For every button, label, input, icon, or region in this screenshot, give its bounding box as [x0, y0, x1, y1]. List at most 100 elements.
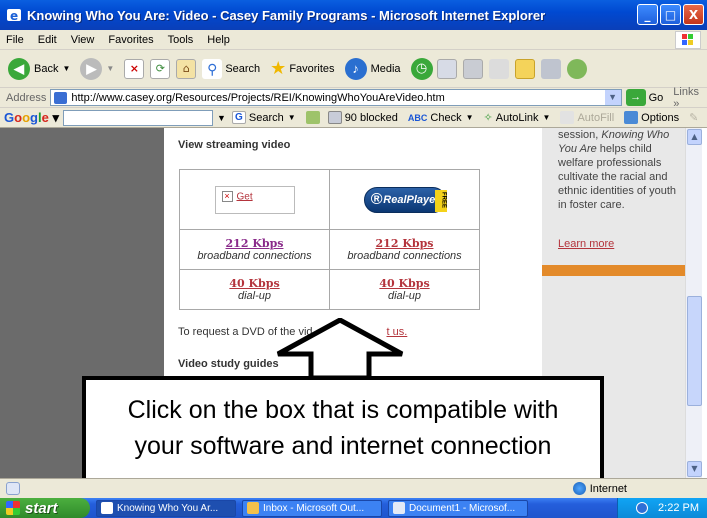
rp-212-link[interactable]: 212 Kbps [330, 237, 479, 250]
options-button[interactable]: Options [624, 111, 679, 124]
forward-arrow-icon: ▶ [80, 57, 103, 80]
instruction-callout: Click on the box that is compatible with… [82, 376, 604, 484]
highlight-pen-icon[interactable]: ✎ [689, 111, 698, 124]
menu-help[interactable]: Help [207, 34, 230, 46]
standard-toolbar: ◀ Back ▼ ▶ ▼ × ⟳ ⌂ ⚲ Search ★ Favorites … [0, 50, 707, 88]
media-button[interactable]: ♪ Media [344, 57, 401, 80]
links-button[interactable]: Links » [673, 86, 707, 110]
realplayer-cell[interactable]: ® RealPlayer FREE [329, 169, 480, 230]
options-icon [624, 111, 639, 124]
google-search-button[interactable]: G Search ▼ [231, 111, 296, 124]
history-icon[interactable]: ◷ [410, 57, 433, 80]
options-label: Options [641, 111, 680, 124]
blocked-label: 90 blocked [344, 111, 398, 124]
mail-icon[interactable] [436, 58, 457, 79]
google-search-input[interactable] [62, 109, 213, 126]
menu-favorites[interactable]: Favorites [108, 34, 153, 46]
search-button[interactable]: ⚲ Search [202, 58, 260, 79]
menu-view[interactable]: View [71, 34, 95, 46]
menu-bar: File Edit View Favorites Tools Help [0, 30, 707, 50]
autolink-button[interactable]: ✧ AutoLink ▼ [484, 111, 551, 125]
forward-dropdown-icon[interactable]: ▼ [106, 64, 114, 73]
spellcheck-button[interactable]: ABC Check ▼ [408, 112, 474, 124]
zone-indicator: Internet [572, 482, 627, 495]
address-url: http://www.casey.org/Resources/Projects/… [71, 91, 445, 104]
internet-globe-icon [572, 482, 586, 495]
forward-button[interactable]: ▶ ▼ [80, 57, 114, 80]
rp-40-link[interactable]: 40 Kbps [330, 277, 479, 290]
status-bar: Internet [0, 478, 707, 498]
back-button[interactable]: ◀ Back ▼ [8, 57, 70, 80]
study-guides-heading: Video study guides [178, 358, 279, 370]
edit-icon[interactable] [488, 58, 509, 79]
back-dropdown-icon[interactable]: ▼ [62, 64, 70, 73]
address-input[interactable]: http://www.casey.org/Resources/Projects/… [50, 89, 622, 106]
taskbar-item-word[interactable]: Document1 - Microsof... [388, 499, 528, 517]
back-arrow-icon: ◀ [8, 57, 30, 80]
folder-icon[interactable] [514, 58, 535, 79]
window-controls: _ □ X [637, 4, 704, 25]
wm-40-cell[interactable]: 40 Kbps dial-up [179, 269, 330, 310]
start-button[interactable]: start [0, 498, 90, 518]
minimize-button[interactable]: _ [637, 4, 658, 25]
rp-212-cell[interactable]: 212 Kbps broadband connections [329, 229, 480, 270]
scroll-thumb[interactable] [687, 296, 702, 406]
scroll-up-icon[interactable]: ▲ [687, 129, 702, 145]
google-g-icon: G [231, 111, 246, 124]
get-player-cell[interactable]: × Get [179, 169, 330, 230]
orange-divider [542, 265, 685, 276]
google-logo[interactable]: Google ▾ [4, 110, 59, 126]
menu-tools[interactable]: Tools [168, 34, 194, 46]
pagerank-icon[interactable] [305, 111, 320, 124]
popup-blocker-button[interactable]: 90 blocked [327, 111, 398, 124]
messenger-icon[interactable] [566, 58, 587, 79]
rp-212-desc: broadband connections [347, 250, 462, 262]
clock: 2:22 PM [658, 502, 699, 514]
taskbar-item-ie[interactable]: Knowing Who You Ar... [96, 499, 236, 517]
windows-flag-icon [6, 501, 20, 515]
title-bar[interactable]: e Knowing Who You Are: Video - Casey Fam… [0, 0, 707, 30]
maximize-button[interactable]: □ [660, 4, 681, 25]
close-button[interactable]: X [683, 4, 704, 25]
tray-icon[interactable] [636, 502, 649, 514]
menu-edit[interactable]: Edit [38, 34, 57, 46]
google-search-dropdown-icon[interactable]: ▼ [217, 113, 226, 123]
system-tray: 2:22 PM [617, 498, 707, 518]
print-icon[interactable] [462, 58, 483, 79]
favorites-button[interactable]: ★ Favorites [270, 58, 334, 79]
page-status-icon [6, 482, 20, 495]
realplayer-icon: ® [370, 190, 383, 208]
address-bar: Address http://www.casey.org/Resources/P… [0, 86, 707, 110]
realplayer-logo[interactable]: ® RealPlayer FREE [363, 186, 447, 213]
svg-text:e: e [10, 9, 18, 23]
taskbar-item-outlook[interactable]: Inbox - Microsoft Out... [242, 499, 382, 517]
video-options-table: × Get ® RealPlayer FREE 212 Kbps broadban… [179, 169, 480, 310]
back-label: Back [34, 62, 59, 75]
address-dropdown-icon[interactable]: ▼ [604, 90, 621, 105]
up-arrow-annotation [276, 318, 404, 380]
callout-line-2: your software and internet connection [134, 432, 552, 460]
autofill-button[interactable]: AutoFill [560, 111, 614, 124]
go-button[interactable]: → Go [625, 89, 663, 106]
wm-40-link[interactable]: 40 Kbps [180, 277, 329, 290]
callout-line-1: Click on the box that is compatible with [127, 396, 559, 424]
google-search-label: Search [248, 111, 284, 124]
autolink-label: AutoLink [495, 111, 539, 124]
research-icon[interactable] [540, 58, 561, 79]
home-icon[interactable]: ⌂ [176, 58, 197, 79]
learn-more-link[interactable]: Learn more [558, 238, 614, 250]
get-player-button[interactable]: × Get [214, 185, 295, 214]
refresh-icon[interactable]: ⟳ [150, 58, 171, 79]
scroll-down-icon[interactable]: ▼ [687, 461, 702, 477]
menu-file[interactable]: File [6, 34, 24, 46]
wm-212-link[interactable]: 212 Kbps [180, 237, 329, 250]
rp-40-cell[interactable]: 40 Kbps dial-up [329, 269, 480, 310]
check-label: Check [430, 111, 462, 124]
wm-212-cell[interactable]: 212 Kbps broadband connections [179, 229, 330, 270]
sidebar-description: session, Knowing Who You Are helps child… [558, 129, 677, 211]
vertical-scrollbar[interactable]: ▲ ▼ [685, 128, 702, 478]
page-icon [54, 92, 68, 104]
stop-icon[interactable]: × [124, 58, 145, 79]
popup-blocked-icon [327, 111, 342, 124]
windows-logo-icon [675, 31, 701, 49]
